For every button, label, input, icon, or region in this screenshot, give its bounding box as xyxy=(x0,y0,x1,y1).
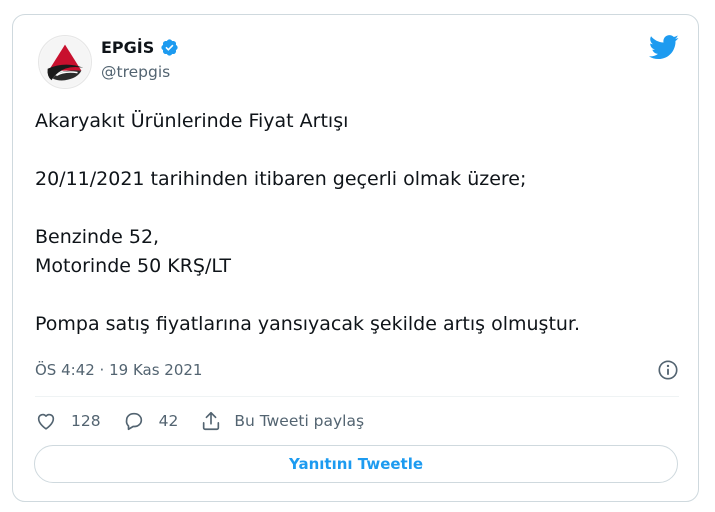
share-button[interactable]: Bu Tweeti paylaş xyxy=(200,410,364,432)
epgis-logo-icon[interactable] xyxy=(38,35,92,89)
divider xyxy=(35,396,679,397)
author-handle[interactable]: @trepgis xyxy=(101,63,170,81)
author-name[interactable]: EPGİS xyxy=(101,38,154,57)
twitter-bird-icon[interactable] xyxy=(649,35,679,60)
share-label: Bu Tweeti paylaş xyxy=(234,412,365,430)
like-button[interactable]: 128 xyxy=(35,410,101,432)
heart-icon xyxy=(37,413,55,430)
tweet-card: EPGİS @trepgis Akaryakıt Ürünlerinde Fiy… xyxy=(12,14,699,502)
tweet-meta-row: ÖS 4:42 · 19 Kas 2021 xyxy=(35,359,679,383)
tweet-timestamp[interactable]: ÖS 4:42 · 19 Kas 2021 xyxy=(35,361,202,379)
share-icon xyxy=(203,411,220,431)
reply-button[interactable]: 42 xyxy=(123,410,179,432)
reply-count: 42 xyxy=(158,412,179,430)
tweet-your-reply-button[interactable]: Yanıtını Tweetle xyxy=(34,445,678,483)
like-count: 128 xyxy=(71,412,101,430)
tweet-actions: 128 42 Bu Tweeti paylaş xyxy=(35,408,386,434)
verified-badge-icon xyxy=(161,39,178,56)
tweet-text: Akaryakıt Ürünlerinde Fiyat Artışı 20/11… xyxy=(35,110,581,335)
author-name-row[interactable]: EPGİS xyxy=(101,38,179,57)
comment-icon xyxy=(125,412,142,431)
info-icon[interactable] xyxy=(657,359,679,381)
